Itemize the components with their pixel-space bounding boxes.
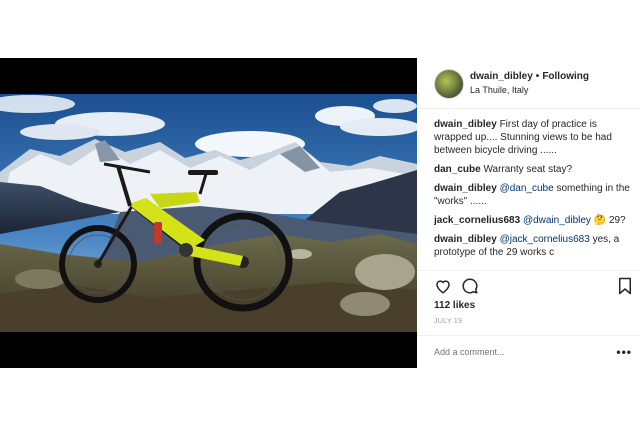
separator-dot: • xyxy=(535,71,540,82)
post-date[interactable]: JULY 19 xyxy=(434,318,462,325)
avatar[interactable] xyxy=(434,69,464,99)
comment-item: dwain_dibley First day of practice is wr… xyxy=(434,118,634,157)
comment-username[interactable]: dan_cube xyxy=(434,164,481,175)
likes-count[interactable]: 112 likes xyxy=(434,300,475,311)
comments-list: dwain_dibley First day of practice is wr… xyxy=(434,118,634,270)
comment-username[interactable]: dwain_dibley xyxy=(434,183,497,194)
thinking-emoji-icon: 🤔 xyxy=(593,215,607,226)
comment-item: dwain_dibley @dan_cube something in the … xyxy=(434,182,634,208)
comment-item: jack_cornelius683 @dwain_dibley 🤔 29? xyxy=(434,214,634,227)
comment-text: 29? xyxy=(608,215,626,226)
comment-text: Warranty seat stay? xyxy=(483,164,573,175)
comment-item: dan_cube Warranty seat stay? xyxy=(434,163,634,176)
add-comment-input[interactable] xyxy=(434,347,604,357)
comment-mention[interactable]: @dwain_dibley xyxy=(523,215,591,226)
comment-mention[interactable]: @dan_cube xyxy=(500,183,554,194)
comment-item: dwain_dibley @jack_cornelius683 yes, a p… xyxy=(434,233,634,259)
following-button[interactable]: Following xyxy=(542,71,589,82)
heart-icon[interactable] xyxy=(434,277,452,295)
post-sidebar: dwain_dibley • Following La Thuile, Italy … xyxy=(417,58,640,368)
add-comment-bar: ••• xyxy=(417,335,640,370)
post-container: dwain_dibley • Following La Thuile, Italy … xyxy=(0,58,640,368)
mountain-bike-photo xyxy=(0,94,417,332)
post-image[interactable] xyxy=(0,58,417,368)
more-options-icon[interactable]: ••• xyxy=(616,345,632,359)
comment-bubble-icon[interactable] xyxy=(461,277,479,295)
comment-username[interactable]: dwain_dibley xyxy=(434,119,497,130)
bookmark-icon[interactable] xyxy=(616,277,634,295)
post-header: dwain_dibley • Following La Thuile, Italy xyxy=(417,58,640,109)
header-line: dwain_dibley • Following xyxy=(470,71,589,82)
comment-username[interactable]: dwain_dibley xyxy=(434,234,497,245)
post-location[interactable]: La Thuile, Italy xyxy=(470,85,528,95)
comment-mention[interactable]: @jack_cornelius683 xyxy=(500,234,590,245)
action-bar: 112 likes JULY 19 ••• xyxy=(417,270,640,369)
comment-username[interactable]: jack_cornelius683 xyxy=(434,215,520,226)
author-username[interactable]: dwain_dibley xyxy=(470,71,533,82)
